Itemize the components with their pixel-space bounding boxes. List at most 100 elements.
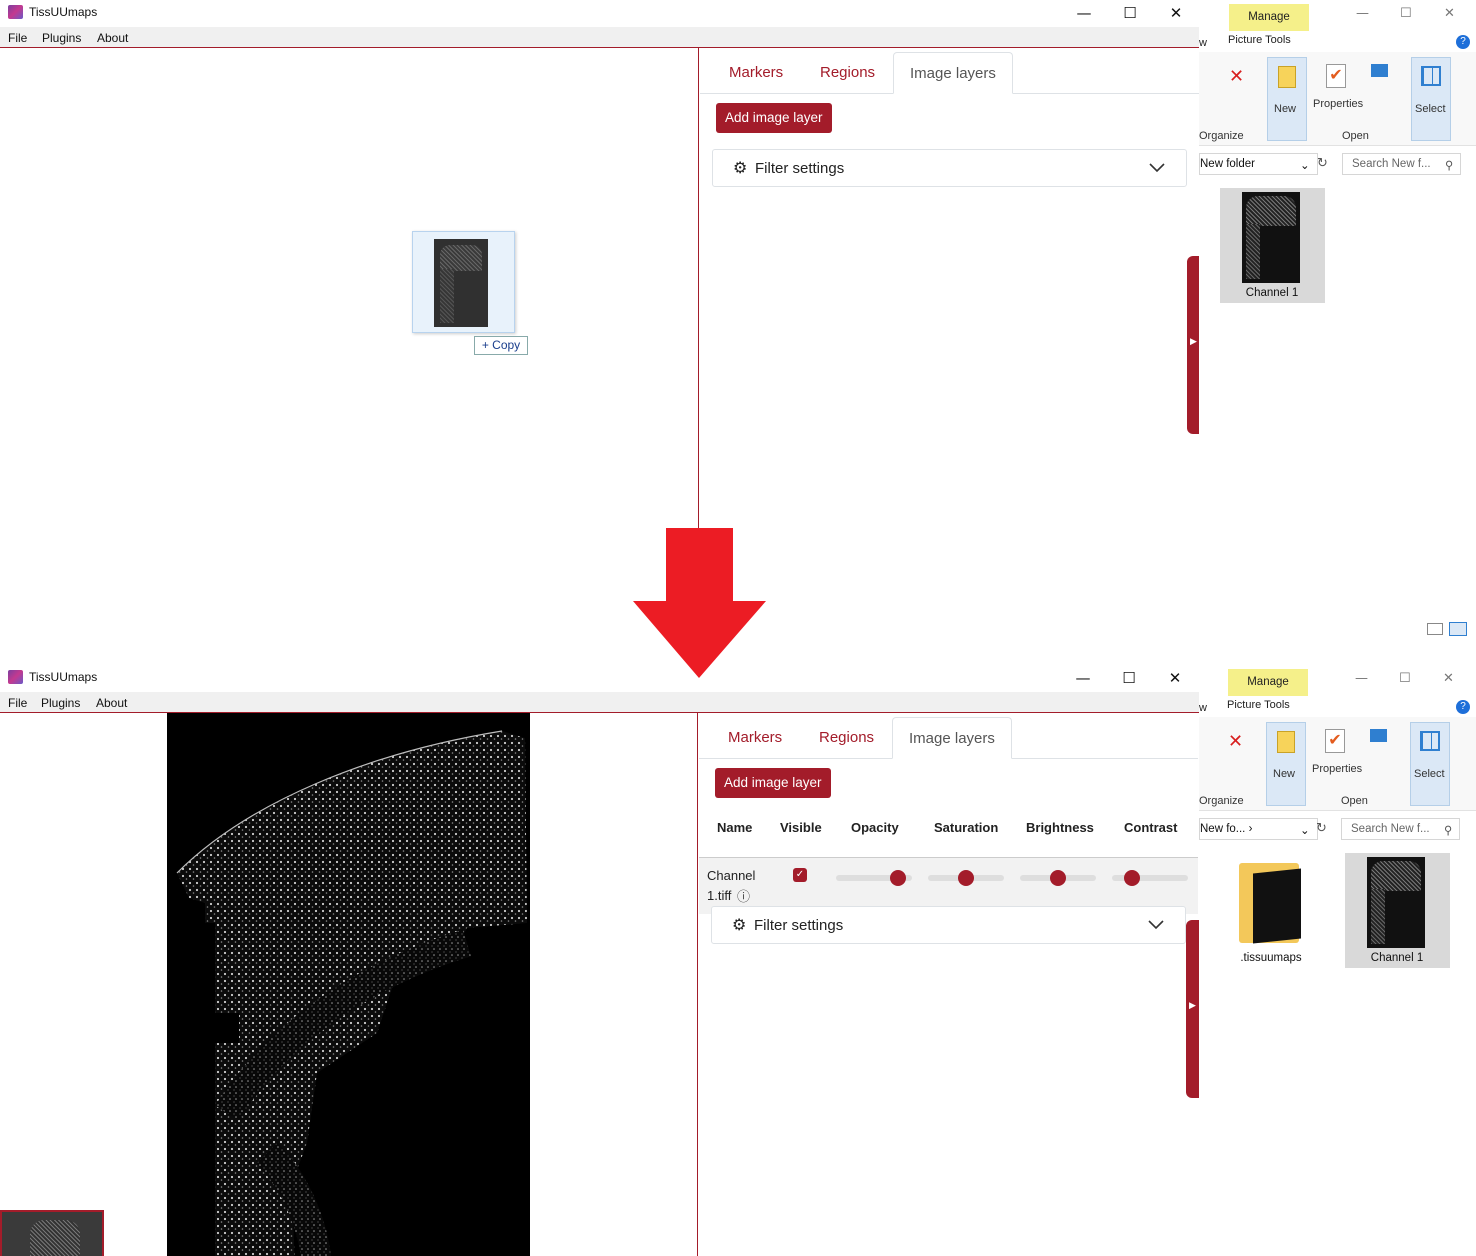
- tab-markers[interactable]: Markers: [728, 717, 782, 759]
- file-channel-1[interactable]: Channel 1: [1220, 188, 1325, 303]
- chevron-down-icon: [1149, 163, 1165, 173]
- manage-tab[interactable]: Manage: [1229, 4, 1309, 31]
- contrast-slider-knob[interactable]: [1124, 870, 1140, 886]
- info-icon[interactable]: ⓘ: [737, 886, 750, 905]
- menu-file[interactable]: File: [8, 31, 27, 45]
- col-name: Name: [717, 820, 753, 835]
- close-button[interactable]: ✕: [1443, 671, 1454, 686]
- saturation-slider-knob[interactable]: [958, 870, 974, 886]
- minimize-button[interactable]: —: [1356, 6, 1369, 21]
- new-folder-icon: [1278, 66, 1296, 88]
- picture-icon[interactable]: [1370, 729, 1387, 742]
- menu-about[interactable]: About: [97, 31, 128, 45]
- properties-icon[interactable]: ✔: [1326, 64, 1346, 88]
- refresh-icon[interactable]: ↻: [1316, 820, 1327, 836]
- select-label: Select: [1414, 768, 1445, 780]
- menu-bar: File Plugins About: [0, 692, 1199, 713]
- address-bar[interactable]: New folder ⌄: [1199, 153, 1318, 175]
- view-tab-fragment[interactable]: w: [1199, 37, 1207, 49]
- tab-image-layers[interactable]: Image layers: [893, 52, 1013, 94]
- ribbon: ✕ New ✔ Properties Select Organize Open: [1199, 52, 1476, 146]
- picture-icon[interactable]: [1371, 64, 1388, 77]
- col-visible: Visible: [780, 820, 822, 835]
- app-icon: [8, 5, 23, 19]
- maximize-button[interactable]: ☐: [1106, 665, 1152, 692]
- caret-right-icon: ▶: [1189, 1000, 1196, 1010]
- large-icons-view-icon[interactable]: [1449, 622, 1467, 636]
- picture-tools-tab[interactable]: Picture Tools: [1227, 699, 1290, 711]
- minimize-button[interactable]: —: [1355, 671, 1368, 686]
- new-button[interactable]: New: [1267, 57, 1307, 141]
- file-thumbnail: [1367, 857, 1425, 948]
- image-viewer[interactable]: [0, 713, 698, 1256]
- filter-settings-accordion[interactable]: ⚙ Filter settings: [711, 906, 1186, 944]
- tab-markers[interactable]: Markers: [729, 52, 783, 94]
- open-group-label: Open: [1341, 795, 1368, 807]
- new-button[interactable]: New: [1266, 722, 1306, 806]
- refresh-icon[interactable]: ↻: [1317, 155, 1328, 171]
- menu-plugins[interactable]: Plugins: [42, 31, 81, 45]
- select-button[interactable]: Select: [1410, 722, 1450, 806]
- manage-tab[interactable]: Manage: [1228, 669, 1308, 696]
- brightness-slider-knob[interactable]: [1050, 870, 1066, 886]
- properties-label[interactable]: Properties: [1312, 763, 1362, 775]
- file-explorer-window: Manage Picture Tools w — ☐ ✕ ? ✕ New ✔ P…: [1199, 665, 1476, 1256]
- dropdown-arrow-icon: ⌄: [1300, 160, 1310, 172]
- maximize-button[interactable]: ☐: [1400, 6, 1412, 21]
- side-panel: Markers Regions Image layers Add image l…: [699, 713, 1198, 1256]
- saturation-slider[interactable]: [928, 870, 1004, 886]
- col-opacity: Opacity: [851, 820, 899, 835]
- title-bar: TissUUmaps — ☐ ✕: [0, 0, 1199, 27]
- chevron-down-icon: [1148, 920, 1164, 930]
- minimize-button[interactable]: —: [1060, 665, 1106, 692]
- close-button[interactable]: ✕: [1152, 665, 1198, 692]
- menu-file[interactable]: File: [8, 696, 27, 710]
- maximize-button[interactable]: ☐: [1107, 0, 1153, 27]
- tissuumaps-window: TissUUmaps — ☐ ✕ File Plugins About Mark…: [0, 665, 1199, 1256]
- tab-regions[interactable]: Regions: [819, 717, 874, 759]
- menu-about[interactable]: About: [96, 696, 127, 710]
- select-all-icon: [1420, 731, 1440, 751]
- address-bar[interactable]: New fo... › ⌄: [1199, 818, 1318, 840]
- tissue-image[interactable]: [167, 713, 530, 1256]
- image-viewer[interactable]: + Copy: [0, 48, 699, 640]
- menu-plugins[interactable]: Plugins: [41, 696, 80, 710]
- gear-icon: ⚙: [733, 160, 748, 177]
- view-tab-fragment[interactable]: w: [1199, 702, 1207, 714]
- filter-settings-accordion[interactable]: ⚙ Filter settings: [712, 149, 1187, 187]
- close-button[interactable]: ✕: [1153, 0, 1199, 27]
- properties-icon[interactable]: ✔: [1325, 729, 1345, 753]
- add-image-layer-button[interactable]: Add image layer: [715, 768, 831, 798]
- minimize-button[interactable]: —: [1061, 0, 1107, 27]
- search-input[interactable]: Search New f... ⚲: [1342, 153, 1461, 175]
- tab-regions[interactable]: Regions: [820, 52, 875, 94]
- tab-image-layers[interactable]: Image layers: [892, 717, 1012, 759]
- organize-group-label: Organize: [1199, 130, 1244, 142]
- gear-icon: ⚙: [732, 917, 747, 934]
- file-thumbnail: [1242, 192, 1300, 283]
- close-button[interactable]: ✕: [1444, 6, 1455, 21]
- add-image-layer-button[interactable]: Add image layer: [716, 103, 832, 133]
- help-icon[interactable]: ?: [1456, 700, 1470, 714]
- details-view-icon[interactable]: [1427, 623, 1443, 635]
- delete-icon[interactable]: ✕: [1229, 66, 1244, 87]
- opacity-slider-knob[interactable]: [890, 870, 906, 886]
- contrast-slider[interactable]: [1112, 870, 1188, 886]
- picture-tools-tab[interactable]: Picture Tools: [1228, 34, 1291, 46]
- select-button[interactable]: Select: [1411, 57, 1451, 141]
- app-title: TissUUmaps: [29, 5, 98, 19]
- panel-collapse-handle[interactable]: ▶: [1186, 920, 1199, 1098]
- file-tissuumaps-folder[interactable]: .tissuumaps: [1221, 853, 1321, 968]
- opacity-slider[interactable]: [836, 870, 912, 886]
- search-input[interactable]: Search New f... ⚲: [1341, 818, 1460, 840]
- maximize-button[interactable]: ☐: [1399, 671, 1411, 686]
- file-label: Channel 1: [1370, 952, 1424, 964]
- navigator-minimap[interactable]: [0, 1210, 104, 1256]
- folder-preview: [1253, 868, 1301, 944]
- file-channel-1[interactable]: Channel 1: [1345, 853, 1450, 968]
- brightness-slider[interactable]: [1020, 870, 1096, 886]
- visible-checkbox[interactable]: ✓: [793, 868, 807, 882]
- help-icon[interactable]: ?: [1456, 35, 1470, 49]
- delete-icon[interactable]: ✕: [1228, 731, 1243, 752]
- properties-label[interactable]: Properties: [1313, 98, 1363, 110]
